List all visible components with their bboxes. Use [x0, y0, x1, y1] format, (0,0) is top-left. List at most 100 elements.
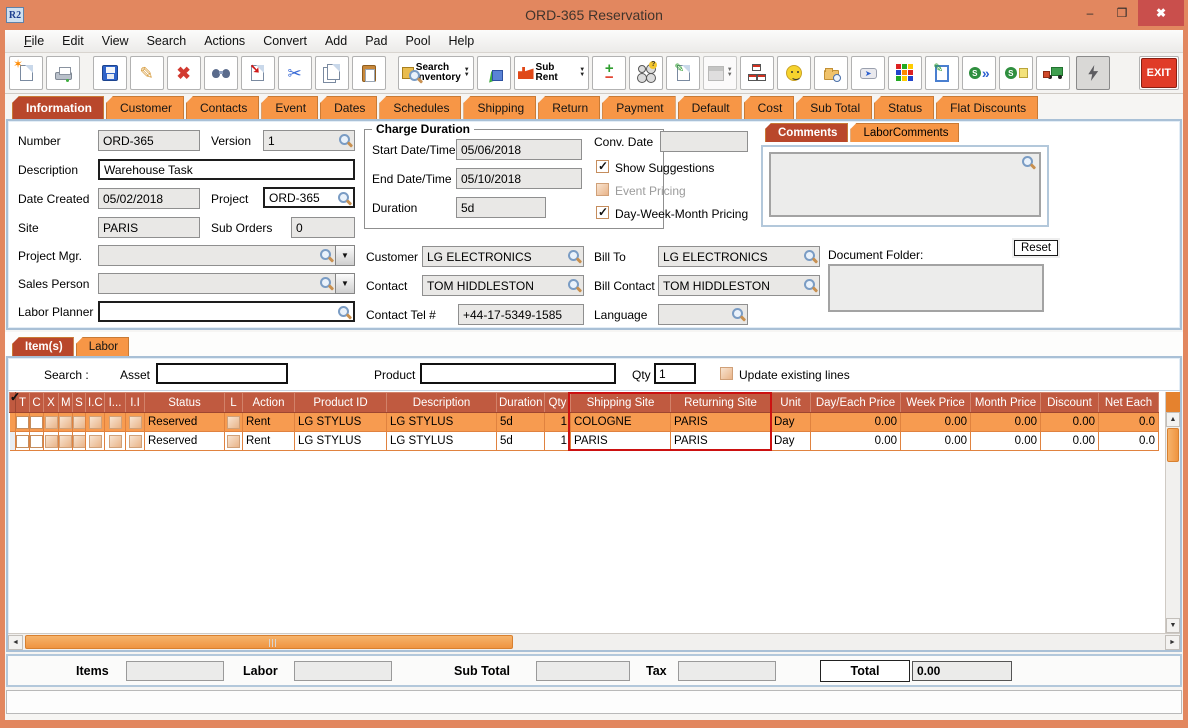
tab-flat-discounts[interactable]: Flat Discounts — [936, 96, 1039, 119]
magnifier-icon[interactable] — [1022, 156, 1035, 169]
bill-to-field[interactable]: LG ELECTRONICS — [658, 246, 820, 267]
c-checkbox[interactable] — [30, 415, 43, 429]
m-checkbox[interactable] — [59, 434, 72, 448]
update-existing-checkbox[interactable] — [720, 367, 733, 380]
assembly-button[interactable] — [740, 56, 775, 90]
day-week-month-checkbox[interactable] — [596, 205, 609, 219]
magnifier-icon[interactable] — [320, 277, 333, 290]
table-row[interactable]: Reserved Rent LG STYLUS LG STYLUS 5d 1 C… — [9, 412, 1159, 432]
description-cell[interactable]: LG STYLUS — [386, 431, 497, 451]
status-cell[interactable]: Reserved — [144, 412, 225, 432]
col-idots[interactable]: I... — [104, 392, 126, 413]
col-ii[interactable]: I.I — [125, 392, 145, 413]
col-duration[interactable]: Duration — [496, 392, 545, 413]
tab-labor[interactable]: Labor — [75, 337, 130, 356]
duplicate-button[interactable]: ➘ — [240, 56, 275, 90]
discount-cell[interactable]: 0.00 — [1040, 412, 1099, 432]
col-net-each[interactable]: Net Each — [1098, 392, 1159, 413]
magnifier-icon[interactable] — [339, 134, 352, 147]
project-mgr-field[interactable] — [98, 245, 336, 266]
tab-status[interactable]: Status — [874, 96, 935, 119]
edit-button[interactable]: ✎ — [129, 56, 164, 90]
calendar-button[interactable]: ▼ ▼ — [703, 56, 738, 90]
new-document-button[interactable]: ✶ — [9, 56, 43, 90]
forward-status-button[interactable]: S» — [962, 56, 997, 90]
print-button[interactable] — [46, 56, 80, 90]
s-checkbox[interactable] — [73, 434, 85, 448]
col-c[interactable]: C — [29, 392, 44, 413]
menu-view[interactable]: View — [93, 32, 138, 50]
description-field[interactable]: Warehouse Task — [98, 159, 355, 180]
col-status[interactable]: Status — [144, 392, 225, 413]
tab-sub-total[interactable]: Sub Total — [796, 96, 873, 119]
qty-cell[interactable]: 1 — [544, 412, 571, 432]
tab-event[interactable]: Event — [261, 96, 319, 119]
add-lines-button[interactable]: + − — [592, 56, 627, 90]
returning-site-cell[interactable]: PARIS — [670, 412, 771, 432]
exit-button[interactable]: EXIT — [1138, 56, 1180, 90]
ic-checkbox[interactable] — [88, 415, 102, 429]
week-price-cell[interactable]: 0.00 — [900, 431, 971, 451]
net-each-cell[interactable]: 0.0 — [1098, 431, 1159, 451]
t-checkbox[interactable] — [16, 415, 29, 429]
discount-cell[interactable]: 0.00 — [1040, 431, 1099, 451]
col-x[interactable]: X — [43, 392, 59, 413]
search-inventory-button[interactable]: Search Inventory ▼ ▼ — [398, 56, 474, 90]
product-input[interactable] — [420, 363, 616, 384]
col-day-each-price[interactable]: Day/Each Price — [810, 392, 901, 413]
magnifier-icon[interactable] — [804, 279, 817, 292]
tab-comments[interactable]: Comments — [765, 123, 849, 142]
menu-help[interactable]: Help — [440, 32, 484, 50]
project-mgr-dropdown[interactable]: ▼ — [335, 245, 355, 266]
delivery-button[interactable] — [1036, 56, 1071, 90]
col-s[interactable]: S — [72, 392, 86, 413]
col-action[interactable]: Action — [242, 392, 295, 413]
vertical-scrollbar[interactable]: ▲ ▼ — [1165, 392, 1180, 633]
shipping-site-cell[interactable]: COLOGNE — [570, 412, 671, 432]
scroll-right-button[interactable]: ► — [1165, 635, 1180, 650]
action-cell[interactable]: Rent — [242, 431, 295, 451]
l-checkbox[interactable] — [227, 434, 240, 448]
tab-information[interactable]: Information — [12, 96, 104, 119]
tab-default[interactable]: Default — [677, 96, 742, 119]
col-m[interactable]: M — [58, 392, 73, 413]
ii-checkbox[interactable] — [128, 434, 142, 448]
asset-input[interactable] — [156, 363, 288, 384]
tab-customer[interactable]: Customer — [106, 96, 185, 119]
pool-button[interactable] — [629, 56, 664, 90]
vertical-scroll-thumb[interactable] — [1167, 428, 1179, 462]
feedback-button[interactable] — [777, 56, 812, 90]
horizontal-scrollbar[interactable]: ◄ ► — [8, 633, 1180, 650]
col-qty[interactable]: Qty — [544, 392, 571, 413]
project-field[interactable]: ORD-365 — [263, 187, 355, 208]
menu-edit[interactable]: Edit — [53, 32, 93, 50]
dropdown-arrows-icon[interactable]: ▼ ▼ — [464, 67, 470, 78]
col-shipping-site[interactable]: Shipping Site — [570, 392, 671, 413]
col-returning-site[interactable]: Returning Site — [670, 392, 771, 413]
idots-checkbox[interactable] — [108, 415, 122, 429]
tab-dates[interactable]: Dates — [320, 96, 378, 119]
magnifier-icon[interactable] — [320, 249, 333, 262]
bill-contact-field[interactable]: TOM HIDDLESTON — [658, 275, 820, 296]
end-date-field[interactable]: 05/10/2018 — [456, 168, 582, 189]
comments-textarea[interactable] — [769, 152, 1041, 217]
col-l[interactable]: L — [224, 392, 243, 413]
day-each-price-cell[interactable]: 0.00 — [810, 412, 901, 432]
status-cell[interactable]: Reserved — [144, 431, 225, 451]
sales-person-field[interactable] — [98, 273, 336, 294]
idots-checkbox[interactable] — [108, 434, 122, 448]
net-each-cell[interactable]: 0.0 — [1098, 412, 1159, 432]
menu-pool[interactable]: Pool — [396, 32, 439, 50]
magnifier-icon[interactable] — [568, 279, 581, 292]
table-row[interactable]: Reserved Rent LG STYLUS LG STYLUS 5d 1 P… — [9, 431, 1159, 451]
edit-document-button[interactable]: ✎ — [925, 56, 960, 90]
col-product-id[interactable]: Product ID — [294, 392, 387, 413]
convert-button[interactable] — [476, 56, 511, 90]
tab-labor-comments[interactable]: LaborComments — [850, 123, 960, 142]
duration-cell[interactable]: 5d — [496, 431, 545, 451]
maximize-button[interactable]: ❒ — [1106, 0, 1138, 26]
contact-field[interactable]: TOM HIDDLESTON — [422, 275, 584, 296]
copy-button[interactable] — [314, 56, 349, 90]
magnifier-icon[interactable] — [732, 308, 745, 321]
menu-add[interactable]: Add — [316, 32, 356, 50]
